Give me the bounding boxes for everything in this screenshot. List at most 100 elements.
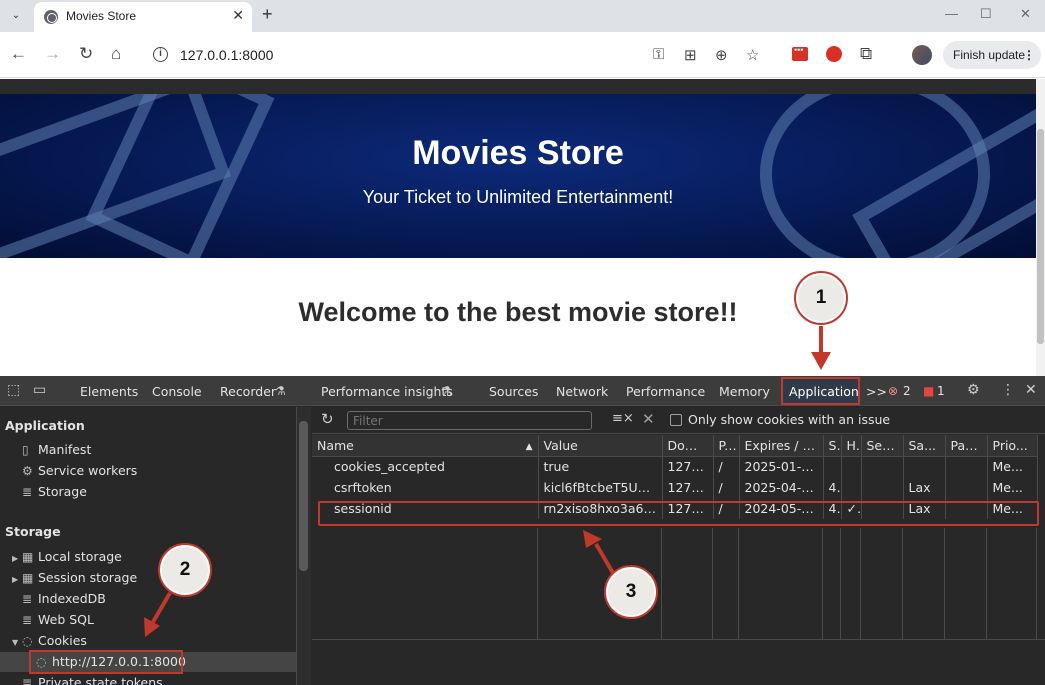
- extension-icon[interactable]: [792, 45, 808, 61]
- tab-console[interactable]: Console: [152, 384, 202, 399]
- column-divider: [987, 528, 1037, 639]
- column-divider: [823, 528, 841, 639]
- sidebar-item-cookies[interactable]: ▼ ◌ Cookies: [12, 633, 87, 651]
- tab-sources[interactable]: Sources: [489, 384, 538, 399]
- menu-kebab-icon[interactable]: ⋮: [1023, 41, 1035, 69]
- tab-network[interactable]: Network: [556, 384, 608, 399]
- refresh-icon[interactable]: ↻: [321, 410, 334, 428]
- expand-arrow-icon[interactable]: ▶: [12, 554, 22, 563]
- column-divider: [841, 528, 861, 639]
- sidebar-item-label: Session storage: [38, 570, 138, 585]
- warning-count: 1: [937, 384, 945, 398]
- site-info-icon[interactable]: i: [153, 47, 168, 62]
- expand-arrow-icon[interactable]: ▶: [12, 575, 22, 584]
- column-header-size[interactable]: S.: [823, 435, 842, 457]
- window-close-icon[interactable]: ✕: [1020, 6, 1031, 22]
- cookie-expires: 2025-04-21...: [739, 477, 824, 498]
- column-header-name[interactable]: Name ▲: [312, 435, 539, 457]
- sidebar-scrollbar[interactable]: [297, 407, 311, 685]
- profile-avatar[interactable]: [912, 45, 932, 65]
- table-empty-area: [312, 528, 1037, 639]
- zoom-icon[interactable]: ⊕: [715, 46, 728, 64]
- extension-shield-icon[interactable]: [826, 46, 842, 62]
- sidebar-item-storage[interactable]: ≣ Storage: [22, 484, 87, 502]
- close-devtools-icon[interactable]: ✕: [1025, 382, 1037, 398]
- sort-ascending-icon[interactable]: ▲: [526, 442, 533, 452]
- minimize-icon[interactable]: —: [945, 6, 958, 21]
- inspect-element-icon[interactable]: ⬚: [7, 382, 20, 398]
- reload-icon[interactable]: ↻: [79, 45, 93, 63]
- extensions-puzzle-icon[interactable]: ⧉: [860, 44, 872, 64]
- more-tabs-icon[interactable]: >>: [866, 384, 887, 399]
- back-icon[interactable]: ←: [10, 45, 27, 63]
- tab-recorder[interactable]: Recorder: [220, 384, 276, 399]
- tab-performance-insights[interactable]: Performance insights: [321, 384, 453, 399]
- finish-update-button[interactable]: Finish update ⋮: [943, 41, 1041, 69]
- address-bar-url[interactable]: 127.0.0.1:8000: [180, 47, 273, 63]
- table-row[interactable]: cookies_accepted true 127.0.... / 2025-0…: [312, 456, 1038, 477]
- new-tab-icon[interactable]: +: [262, 4, 273, 25]
- translate-icon[interactable]: ⊞: [684, 46, 697, 64]
- sidebar-item-session-storage[interactable]: ▶ ▦ Session storage: [12, 570, 137, 588]
- tab-memory[interactable]: Memory: [719, 384, 770, 399]
- cookie-filter-input[interactable]: [347, 411, 592, 430]
- home-icon[interactable]: ⌂: [111, 45, 121, 63]
- cookie-samesite: Lax: [903, 477, 946, 498]
- cookie-httponly: [841, 477, 862, 498]
- maximize-icon[interactable]: ☐: [980, 6, 992, 22]
- sidebar-item-local-storage[interactable]: ▶ ▦ Local storage: [12, 549, 122, 567]
- browser-tab[interactable]: Movies Store ✕: [34, 2, 252, 32]
- sidebar-item-manifest[interactable]: ▯ Manifest: [22, 442, 91, 460]
- delete-selected-icon[interactable]: ✕: [642, 410, 655, 428]
- sessionid-row-highlight: [318, 501, 1039, 526]
- column-header-value[interactable]: Value: [538, 435, 663, 457]
- devtools-menu-icon[interactable]: ⋮: [1001, 382, 1015, 398]
- cookie-domain: 127.0....: [662, 477, 714, 498]
- column-header-samesite[interactable]: Sa...: [903, 435, 946, 457]
- column-header-secure[interactable]: Sec...: [861, 435, 904, 457]
- flask-icon: ⚗: [275, 384, 286, 398]
- table-row[interactable]: csrftoken kicl6fBtcbeT5U4LN... 127.0....…: [312, 477, 1038, 498]
- database-icon: ≣: [22, 592, 33, 606]
- only-issues-checkbox[interactable]: [670, 414, 682, 426]
- sidebar-item-private-state-tokens[interactable]: ≣ Private state tokens: [22, 675, 163, 685]
- column-header-partition[interactable]: Part...: [945, 435, 988, 457]
- globe-icon: [44, 10, 58, 24]
- column-divider: [945, 528, 987, 639]
- warning-icon[interactable]: ■: [923, 384, 934, 398]
- sidebar-section-storage: Storage: [5, 524, 61, 539]
- sidebar-item-label: Manifest: [38, 442, 92, 457]
- column-header-priority[interactable]: Prio...: [987, 435, 1038, 457]
- application-sidebar: Application ▯ Manifest ⚙ Service workers ≣…: [0, 407, 297, 685]
- column-divider: [861, 528, 903, 639]
- tab-elements[interactable]: Elements: [80, 384, 138, 399]
- column-header-httponly[interactable]: H.: [841, 435, 862, 457]
- column-header-domain[interactable]: Domain: [662, 435, 714, 457]
- page-scrollbar[interactable]: [1036, 79, 1045, 376]
- tab-application[interactable]: Application: [789, 384, 859, 399]
- bookmark-star-icon[interactable]: ☆: [746, 46, 759, 64]
- page-scrollbar-thumb[interactable]: [1037, 129, 1044, 344]
- sidebar-item-web-sql[interactable]: ≣ Web SQL: [22, 612, 94, 630]
- settings-gear-icon[interactable]: ⚙: [967, 382, 980, 398]
- forward-icon[interactable]: →: [44, 45, 61, 63]
- sidebar-item-label: Web SQL: [38, 612, 94, 627]
- tab-search-chevron-icon[interactable]: ⌄: [6, 6, 26, 26]
- collapse-arrow-icon[interactable]: ▼: [12, 638, 22, 647]
- column-header-path[interactable]: P...: [713, 435, 740, 457]
- column-label: Name: [317, 437, 354, 453]
- sidebar-scrollbar-thumb[interactable]: [299, 421, 308, 571]
- cookie-path: /: [713, 477, 740, 498]
- key-icon[interactable]: ⚿: [653, 46, 664, 63]
- column-header-expires[interactable]: Expires / M...: [739, 435, 824, 457]
- close-tab-icon[interactable]: ✕: [232, 7, 244, 24]
- step-3-callout: 3: [604, 565, 658, 619]
- sidebar-item-indexeddb[interactable]: ≣ IndexedDB: [22, 591, 106, 609]
- tab-performance[interactable]: Performance: [626, 384, 705, 399]
- device-toolbar-icon[interactable]: ▭: [33, 382, 46, 398]
- clear-all-cookies-icon[interactable]: ≡×: [612, 411, 634, 426]
- flask-icon: ⚗: [441, 384, 452, 398]
- error-icon[interactable]: ⊗: [888, 384, 898, 398]
- sidebar-item-service-workers[interactable]: ⚙ Service workers: [22, 463, 137, 481]
- cookie-secure: [861, 477, 904, 498]
